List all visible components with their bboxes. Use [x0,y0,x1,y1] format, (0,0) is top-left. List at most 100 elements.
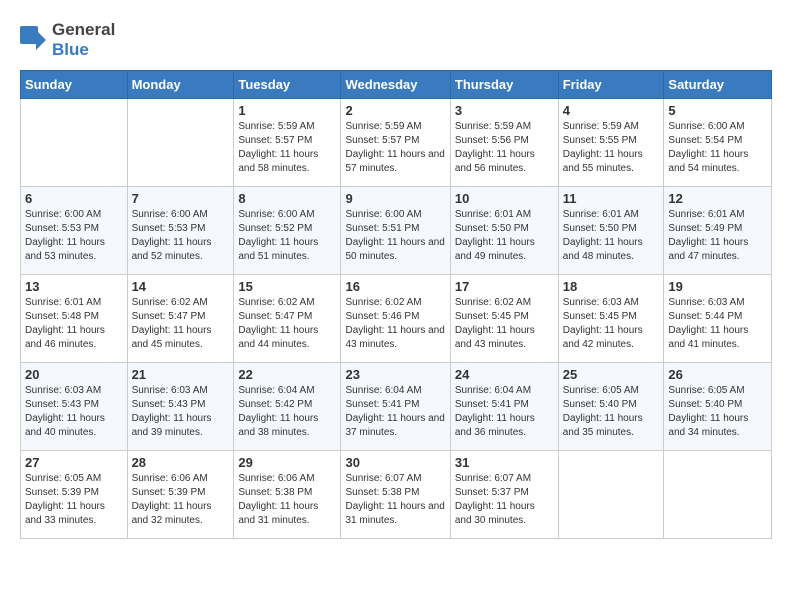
day-number: 15 [238,279,336,294]
day-number: 3 [455,103,554,118]
day-info: Sunrise: 5:59 AMSunset: 5:57 PMDaylight:… [238,120,336,176]
calendar-cell: 16Sunrise: 6:02 AMSunset: 5:46 PMDayligh… [341,275,450,363]
logo-wordmark: General Blue [20,20,115,60]
calendar-cell: 19 Sunrise: 6:03 AMSunset: 5:44 PMDayligh… [664,275,772,363]
day-info: Sunrise: 6:01 AMSunset: 5:50 PMDaylight:… [455,208,554,264]
calendar-cell: 1Sunrise: 5:59 AMSunset: 5:57 PMDaylight… [234,99,341,187]
header-cell-saturday: Saturday [664,71,772,99]
day-info: Sunrise: 6:04 AMSunset: 5:42 PMDaylight:… [238,384,336,440]
day-info: Sunrise: 5:59 AMSunset: 5:55 PMDaylight:… [563,120,660,176]
calendar-cell: 25Sunrise: 6:05 AMSunset: 5:40 PMDayligh… [558,363,664,451]
calendar-cell: 8Sunrise: 6:00 AMSunset: 5:52 PMDaylight… [234,187,341,275]
logo-blue: Blue [52,40,89,59]
calendar-cell: 18 Sunrise: 6:03 AMSunset: 5:45 PMDayligh… [558,275,664,363]
header-cell-thursday: Thursday [450,71,558,99]
header-cell-sunday: Sunday [21,71,128,99]
day-info: Sunrise: 6:00 AMSunset: 5:53 PMDaylight:… [132,208,230,264]
day-info: Sunrise: 6:01 AMSunset: 5:49 PMDaylight:… [668,208,767,264]
day-info: Sunrise: 6:05 AMSunset: 5:40 PMDaylight:… [668,384,767,440]
calendar-cell: 24 Sunrise: 6:04 AMSunset: 5:41 PMDayligh… [450,363,558,451]
day-info: Sunrise: 6:00 AMSunset: 5:53 PMDaylight:… [25,208,123,264]
day-info: Sunrise: 6:00 AMSunset: 5:54 PMDaylight:… [668,120,767,176]
day-number: 9 [345,191,445,206]
day-info: Sunrise: 6:01 AMSunset: 5:50 PMDaylight:… [563,208,660,264]
day-info: Sunrise: 6:04 AMSunset: 5:41 PMDaylight:… [345,384,445,440]
calendar-cell: 3Sunrise: 5:59 AMSunset: 5:56 PMDaylight… [450,99,558,187]
day-info: Sunrise: 6:00 AMSunset: 5:52 PMDaylight:… [238,208,336,264]
day-number: 21 [132,367,230,382]
logo-general: General [52,20,115,39]
logo-graphic [20,26,48,54]
day-number: 29 [238,455,336,470]
day-info: Sunrise: 6:07 AMSunset: 5:38 PMDaylight:… [345,472,445,528]
header-cell-wednesday: Wednesday [341,71,450,99]
day-number: 10 [455,191,554,206]
week-row-2: 6 Sunrise: 6:00 AMSunset: 5:53 PMDaylight… [21,187,772,275]
week-row-3: 13 Sunrise: 6:01 AMSunset: 5:48 PMDayligh… [21,275,772,363]
calendar-cell [664,451,772,539]
day-info: Sunrise: 6:03 AMSunset: 5:45 PMDaylight:… [563,296,660,352]
calendar-cell: 7 Sunrise: 6:00 AMSunset: 5:53 PMDaylight… [127,187,234,275]
header-row: SundayMondayTuesdayWednesdayThursdayFrid… [21,71,772,99]
day-number: 13 [25,279,123,294]
calendar-cell: 29 Sunrise: 6:06 AMSunset: 5:38 PMDayligh… [234,451,341,539]
day-info: Sunrise: 6:06 AMSunset: 5:38 PMDaylight:… [238,472,336,528]
day-number: 5 [668,103,767,118]
day-number: 20 [25,367,123,382]
calendar-cell: 17Sunrise: 6:02 AMSunset: 5:45 PMDayligh… [450,275,558,363]
logo: General Blue [20,20,115,60]
week-row-5: 27Sunrise: 6:05 AMSunset: 5:39 PMDayligh… [21,451,772,539]
day-info: Sunrise: 6:01 AMSunset: 5:48 PMDaylight:… [25,296,123,352]
calendar-cell: 13 Sunrise: 6:01 AMSunset: 5:48 PMDayligh… [21,275,128,363]
day-info: Sunrise: 6:07 AMSunset: 5:37 PMDaylight:… [455,472,554,528]
day-number: 23 [345,367,445,382]
calendar-table: SundayMondayTuesdayWednesdayThursdayFrid… [20,70,772,539]
day-number: 12 [668,191,767,206]
day-info: Sunrise: 6:05 AMSunset: 5:39 PMDaylight:… [25,472,123,528]
day-number: 11 [563,191,660,206]
day-info: Sunrise: 6:02 AMSunset: 5:47 PMDaylight:… [132,296,230,352]
calendar-cell: 11 Sunrise: 6:01 AMSunset: 5:50 PMDayligh… [558,187,664,275]
calendar-cell [21,99,128,187]
header-cell-monday: Monday [127,71,234,99]
calendar-cell: 26 Sunrise: 6:05 AMSunset: 5:40 PMDayligh… [664,363,772,451]
day-number: 22 [238,367,336,382]
calendar-cell: 4 Sunrise: 5:59 AMSunset: 5:55 PMDaylight… [558,99,664,187]
calendar-cell: 12 Sunrise: 6:01 AMSunset: 5:49 PMDayligh… [664,187,772,275]
day-number: 19 [668,279,767,294]
header-cell-tuesday: Tuesday [234,71,341,99]
calendar-cell: 30Sunrise: 6:07 AMSunset: 5:38 PMDayligh… [341,451,450,539]
calendar-cell: 6 Sunrise: 6:00 AMSunset: 5:53 PMDaylight… [21,187,128,275]
day-info: Sunrise: 6:04 AMSunset: 5:41 PMDaylight:… [455,384,554,440]
day-info: Sunrise: 6:03 AMSunset: 5:43 PMDaylight:… [25,384,123,440]
day-number: 14 [132,279,230,294]
calendar-cell [127,99,234,187]
week-row-1: 1Sunrise: 5:59 AMSunset: 5:57 PMDaylight… [21,99,772,187]
day-number: 7 [132,191,230,206]
day-info: Sunrise: 5:59 AMSunset: 5:57 PMDaylight:… [345,120,445,176]
day-number: 4 [563,103,660,118]
day-info: Sunrise: 6:03 AMSunset: 5:44 PMDaylight:… [668,296,767,352]
day-info: Sunrise: 6:00 AMSunset: 5:51 PMDaylight:… [345,208,445,264]
day-number: 16 [345,279,445,294]
calendar-cell: 9 Sunrise: 6:00 AMSunset: 5:51 PMDaylight… [341,187,450,275]
calendar-cell: 5 Sunrise: 6:00 AMSunset: 5:54 PMDaylight… [664,99,772,187]
day-info: Sunrise: 6:03 AMSunset: 5:43 PMDaylight:… [132,384,230,440]
day-number: 24 [455,367,554,382]
calendar-cell: 22 Sunrise: 6:04 AMSunset: 5:42 PMDayligh… [234,363,341,451]
calendar-cell: 27Sunrise: 6:05 AMSunset: 5:39 PMDayligh… [21,451,128,539]
calendar-cell: 2Sunrise: 5:59 AMSunset: 5:57 PMDaylight… [341,99,450,187]
calendar-cell: 21 Sunrise: 6:03 AMSunset: 5:43 PMDayligh… [127,363,234,451]
calendar-cell: 28Sunrise: 6:06 AMSunset: 5:39 PMDayligh… [127,451,234,539]
day-number: 6 [25,191,123,206]
day-number: 25 [563,367,660,382]
calendar-cell: 14 Sunrise: 6:02 AMSunset: 5:47 PMDayligh… [127,275,234,363]
day-info: Sunrise: 6:02 AMSunset: 5:47 PMDaylight:… [238,296,336,352]
calendar-cell: 23 Sunrise: 6:04 AMSunset: 5:41 PMDayligh… [341,363,450,451]
calendar-cell: 31Sunrise: 6:07 AMSunset: 5:37 PMDayligh… [450,451,558,539]
day-number: 26 [668,367,767,382]
calendar-cell: 20 Sunrise: 6:03 AMSunset: 5:43 PMDayligh… [21,363,128,451]
header-cell-friday: Friday [558,71,664,99]
day-number: 18 [563,279,660,294]
calendar-cell [558,451,664,539]
